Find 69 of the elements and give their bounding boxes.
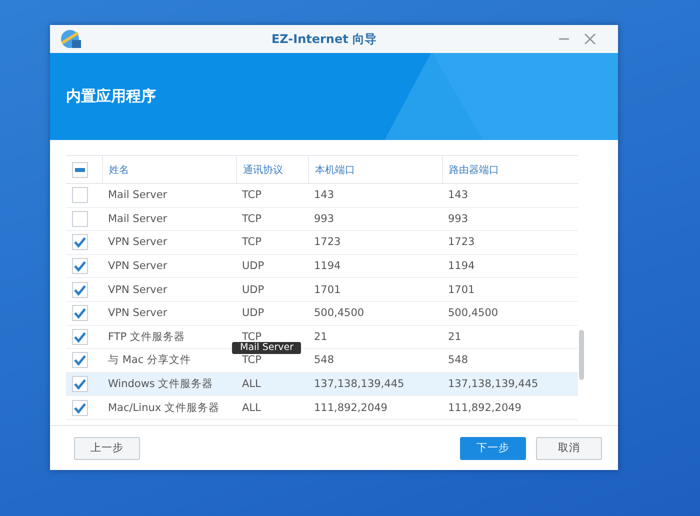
table-cell-text: 548 [313,354,336,366]
cancel-button[interactable]: 取消 [536,436,602,460]
table-cell-text: TCP [241,354,262,366]
next-button[interactable]: 下一步 [460,436,526,460]
table-cell-text: 1701 [447,284,476,296]
table-cell-text: 993 [447,212,470,225]
table-cell-text: Mail Server [107,189,168,202]
table-cell-text: 111,892,2049 [313,402,388,414]
table-cell-text: 与 Mac 分享文件 [107,353,192,368]
window-title: EZ-Internet 向导 [270,30,378,48]
row-checkbox[interactable] [72,282,88,298]
row-checkbox[interactable] [72,234,88,250]
table-row[interactable]: 与 Mac 分享文件 TCP 548 548 [66,349,578,373]
table-cell-text: Mail Server [107,212,168,225]
table-cell-text: 143 [447,189,470,202]
page-title: 内置应用程序 [66,87,156,106]
table-cell-text: 21 [447,330,462,343]
table-cell-text: ALL [241,378,262,390]
table-cell-text: FTP 文件服务器 [107,330,186,344]
table-cell-text: 500,4500 [313,307,366,320]
select-all-checkbox[interactable] [72,162,88,178]
tooltip: Mail Server [232,342,302,354]
table-cell-text: Mac/Linux 文件服务器 [107,400,220,415]
column-header[interactable]: 本机端口 [308,156,442,183]
table-cell-text: 143 [313,189,336,202]
table-cell-text: 993 [313,212,336,225]
row-checkbox[interactable] [72,210,88,227]
table-cell-text: VPN Server [107,260,168,272]
row-checkbox[interactable] [72,187,88,204]
column-header[interactable]: 姓名 [102,156,236,183]
row-checkbox[interactable] [72,352,88,368]
back-button[interactable]: 上一步 [74,436,140,460]
table-row[interactable]: VPN Server TCP 1723 1723 [66,231,578,255]
table-cell-text: TCP [241,236,262,248]
table-cell-text: UDP [241,284,266,296]
row-checkbox[interactable] [72,376,88,392]
table-cell-text: 21 [313,330,328,343]
table-cell-text: 1701 [313,284,342,296]
table-cell-text: ALL [241,402,262,414]
column-header[interactable]: 通讯协议 [236,156,308,183]
column-header[interactable]: 路由器端口 [442,156,578,183]
row-checkbox[interactable] [72,258,88,274]
table-cell-text: TCP [241,212,262,225]
table-cell-text: 1194 [313,260,342,272]
table-cell-text: TCP [241,189,262,202]
table-cell-text: 548 [447,354,470,366]
table-cell-text: 1194 [447,260,476,272]
table-cell-text: 137,138,139,445 [447,378,540,390]
globe-icon [60,29,82,49]
row-checkbox[interactable] [72,328,88,345]
table-cell-text: VPN Server [107,307,168,320]
table-cell-text: 1723 [447,236,476,248]
scrollbar[interactable] [579,330,584,380]
table-cell-text: TCP [242,330,262,343]
table-cell-text: 111,892,2049 [447,402,522,414]
table-cell-text: Windows 文件服务器 [107,377,214,392]
table-row[interactable]: Windows 文件服务器 ALL 137,138,139,445 137,138,139,445 [66,372,578,396]
table-cell-text: VPN Server [107,284,168,296]
table-cell-text: 500,4500 [447,307,500,320]
row-checkbox[interactable] [72,400,88,416]
table-cell-text: VPN Server [107,236,168,248]
table-cell-text: 1723 [313,236,342,248]
row-checkbox[interactable] [72,305,88,322]
table-row[interactable]: Mail Server TCP 993 993 [66,208,578,232]
close-icon[interactable] [584,33,596,45]
table-row[interactable]: Mail Server TCP 143 143 [66,184,578,208]
table-cell-text: UDP [241,307,266,320]
table-cell-text: 137,138,139,445 [313,378,406,390]
table-cell-text: UDP [241,260,266,272]
